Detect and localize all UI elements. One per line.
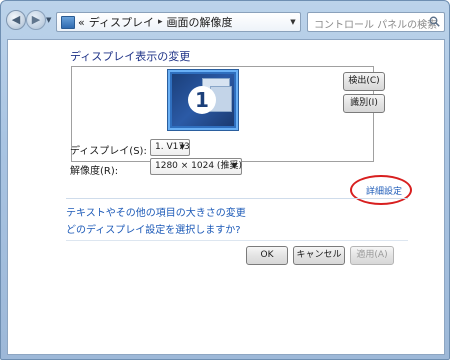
breadcrumb-separator-icon[interactable]: ▸: [158, 17, 163, 27]
breadcrumb-display[interactable]: ディスプレイ: [89, 14, 154, 30]
divider: [66, 198, 408, 199]
chevron-down-icon: ▼: [231, 162, 237, 170]
which-settings-link[interactable]: どのディスプレイ設定を選択しますか?: [66, 221, 241, 236]
cancel-button[interactable]: キャンセル: [293, 246, 345, 265]
divider: [66, 240, 408, 241]
control-panel-icon: [61, 15, 75, 29]
control-panel-window: ◀ ▶ ▼ « ディスプレイ ▸ 画面の解像度 ▼ コントロール パネルの検索 …: [0, 0, 450, 360]
back-icon[interactable]: ◀: [6, 10, 26, 30]
apply-button[interactable]: 適用(A): [350, 246, 394, 265]
highlight-circle: [350, 175, 412, 205]
address-dropdown-icon[interactable]: ▼: [286, 13, 300, 31]
display-label: ディスプレイ(S):: [70, 146, 147, 157]
forward-icon[interactable]: ▶: [26, 10, 46, 30]
chevron-down-icon: ▼: [179, 143, 185, 151]
main-content: ディスプレイ表示の変更 1 検出(C) 識別(I) ディスプレイ(S): 1. …: [7, 39, 445, 355]
navigation-bar: ◀ ▶ ▼ « ディスプレイ ▸ 画面の解像度 ▼ コントロール パネルの検索: [1, 1, 450, 39]
search-icon[interactable]: [429, 16, 440, 27]
recent-pages-icon[interactable]: ▼: [46, 16, 51, 24]
display-select[interactable]: 1. V173 ▼: [150, 139, 190, 156]
identify-button[interactable]: 識別(I): [343, 94, 385, 113]
monitor-1-icon[interactable]: 1: [167, 69, 239, 131]
detect-button[interactable]: 検出(C): [343, 72, 385, 91]
resolution-label: 解像度(R):: [70, 166, 119, 177]
monitor-number-badge: 1: [188, 86, 216, 114]
search-input[interactable]: コントロール パネルの検索: [307, 12, 445, 32]
text-size-link[interactable]: テキストやその他の項目の大きさの変更: [66, 204, 246, 219]
page-title: ディスプレイ表示の変更: [70, 50, 191, 63]
resolution-select-value: 1280 × 1024 (推奨): [155, 161, 242, 171]
breadcrumb-overflow[interactable]: «: [78, 16, 85, 29]
breadcrumb-screen-resolution[interactable]: 画面の解像度: [167, 14, 233, 30]
ok-button[interactable]: OK: [246, 246, 288, 265]
monitor-screen: 1: [172, 74, 234, 126]
search-placeholder: コントロール パネルの検索: [314, 20, 438, 31]
address-bar[interactable]: « ディスプレイ ▸ 画面の解像度 ▼: [56, 12, 301, 32]
resolution-select[interactable]: 1280 × 1024 (推奨) ▼: [150, 158, 242, 175]
